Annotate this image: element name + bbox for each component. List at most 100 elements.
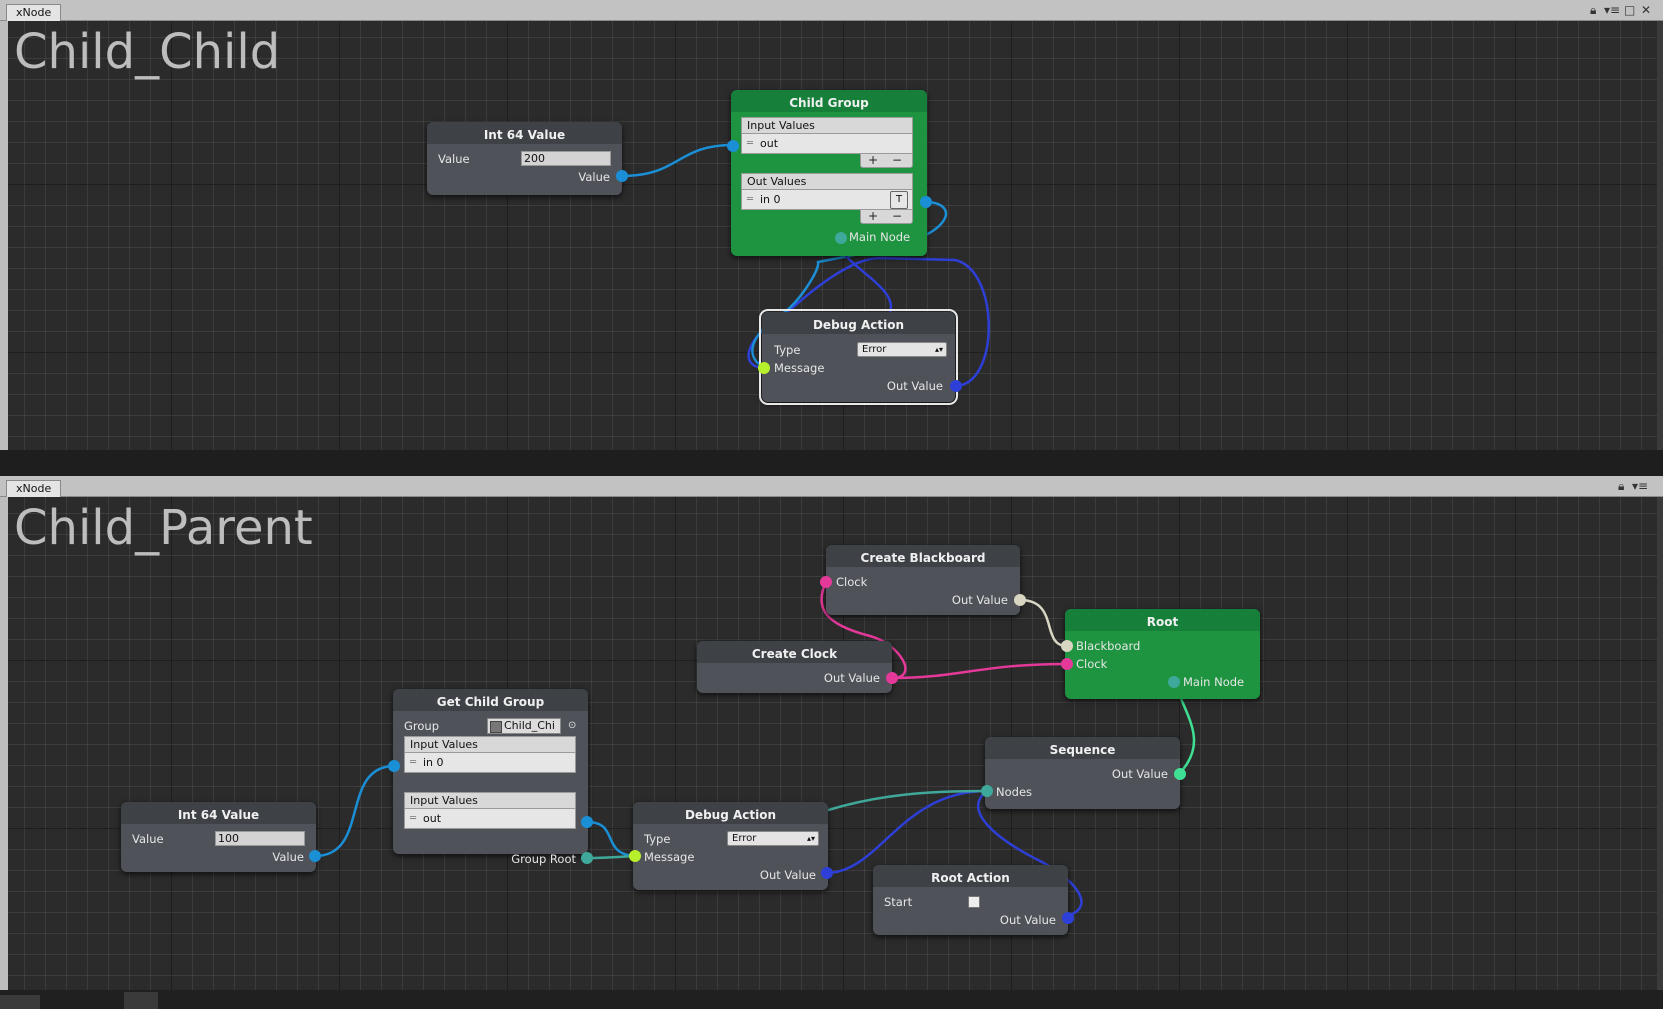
int64-value-node[interactable]: Int 64 Value Value 100 Value [121, 802, 316, 872]
close-icon[interactable]: ✕ [1641, 2, 1651, 18]
left-inspector-strip [0, 21, 8, 450]
type-toggle-button[interactable]: T [890, 191, 908, 209]
input-values-item-1[interactable]: ═ in 0 [404, 752, 576, 773]
blackboard-out-port[interactable] [1014, 594, 1026, 606]
root-clock-port[interactable] [1061, 658, 1073, 670]
input-item-label: out [423, 812, 442, 825]
out-values-item[interactable]: ═ in 0 [741, 189, 913, 210]
get-child-group-node[interactable]: Get Child Group Group Child_Chi ⊙ Input … [393, 689, 588, 866]
bottom-graph-title: Child_Parent [14, 500, 313, 556]
drag-handle-icon[interactable]: ═ [747, 134, 753, 153]
debug-action-node[interactable]: Debug Action Type Error ▴▾ Message Out V… [633, 802, 828, 890]
blackboard-label: Blackboard [1076, 639, 1141, 653]
sequence-node[interactable]: Sequence Out Value Nodes [985, 737, 1180, 809]
status-block [124, 992, 158, 1009]
value-label: Value [438, 152, 470, 166]
group-label: Group [404, 719, 440, 733]
root-action-out-port[interactable] [1062, 912, 1074, 924]
add-output-button[interactable]: + [861, 210, 885, 222]
node-title: Int 64 Value [121, 802, 316, 824]
clock-label: Clock [836, 575, 868, 589]
group-root-label: Group Root [511, 852, 576, 866]
drag-handle-icon[interactable]: ═ [747, 190, 753, 209]
top-xnode-tab[interactable]: xNode [6, 4, 62, 21]
message-input-port[interactable] [629, 850, 641, 862]
group-value: Child_Chi [504, 719, 555, 732]
input-values-item-2[interactable]: ═ out [404, 808, 576, 829]
root-node[interactable]: Root Blackboard Clock Main Node [1065, 609, 1260, 699]
node-title: Create Clock [697, 641, 892, 663]
input-values-header-1: Input Values [404, 736, 576, 753]
sequence-nodes-port[interactable] [981, 785, 993, 797]
value-output-label: Value [578, 170, 610, 184]
input-values-item[interactable]: ═ out [741, 133, 913, 154]
out-values-header: Out Values [741, 173, 913, 190]
input-values-header: Input Values [741, 117, 913, 134]
debug-out-value-port[interactable] [950, 380, 962, 392]
type-dropdown[interactable]: Error ▴▾ [857, 342, 947, 357]
root-action-node[interactable]: Root Action Start Out Value [873, 865, 1068, 935]
type-dropdown[interactable]: Error ▴▾ [727, 831, 819, 846]
sequence-out-port[interactable] [1174, 768, 1186, 780]
remove-output-button[interactable]: − [885, 210, 909, 222]
out-value-label: Out Value [823, 671, 880, 685]
bottom-right-strip [1657, 497, 1663, 990]
get-child-input-port[interactable] [388, 760, 400, 772]
node-title: Int 64 Value [427, 122, 622, 144]
main-node-label: Main Node [849, 230, 911, 244]
out-value-label: Out Value [1111, 767, 1168, 781]
add-input-button[interactable]: + [861, 154, 885, 166]
int64-value-node[interactable]: Int 64 Value Value 200 Value [427, 122, 622, 195]
clock-out-port[interactable] [886, 672, 898, 684]
group-root-port[interactable] [581, 852, 593, 864]
value-field[interactable]: 100 [215, 831, 305, 846]
node-title: Create Blackboard [826, 545, 1020, 567]
get-child-out-port[interactable] [581, 816, 593, 828]
drag-handle-icon[interactable]: ═ [410, 753, 416, 772]
input-item-label: in 0 [423, 756, 444, 769]
input-values-port[interactable] [727, 140, 739, 152]
int64-value-output-port[interactable] [309, 850, 321, 862]
node-title: Get Child Group [393, 689, 588, 711]
drag-handle-icon[interactable]: ═ [410, 809, 416, 828]
message-input-port[interactable] [758, 362, 770, 374]
remove-input-button[interactable]: − [885, 154, 909, 166]
type-label: Type [774, 343, 801, 357]
int64-value-output-port[interactable] [616, 170, 628, 182]
top-tab-bar: xNode 🔒︎ ▾≡ □ ✕ [0, 0, 1663, 21]
out-value-label: Out Value [951, 593, 1008, 607]
root-blackboard-port[interactable] [1061, 640, 1073, 652]
type-label: Type [644, 832, 671, 846]
menu-icon[interactable]: ▾≡ [1632, 478, 1648, 494]
out-value-label: Out Value [999, 913, 1056, 927]
object-picker-icon[interactable]: ⊙ [568, 719, 576, 733]
debug-out-value-port[interactable] [821, 867, 833, 879]
child-group-node[interactable]: Child Group Input Values ═ out + − Out Va… [731, 90, 927, 256]
main-node-port[interactable] [835, 232, 847, 244]
message-label: Message [774, 361, 825, 375]
create-clock-node[interactable]: Create Clock Out Value [697, 641, 892, 693]
message-label: Message [644, 850, 695, 864]
create-blackboard-node[interactable]: Create Blackboard Clock Out Value [826, 545, 1020, 615]
dropdown-arrow-icon: ▴▾ [806, 834, 815, 843]
root-main-node-port[interactable] [1168, 676, 1180, 688]
type-value: Error [862, 344, 887, 355]
node-title: Root Action [873, 865, 1068, 887]
group-object-field[interactable]: Child_Chi [487, 718, 561, 734]
blackboard-clock-port[interactable] [820, 576, 832, 588]
value-field[interactable]: 200 [521, 151, 611, 166]
out-value-label: Out Value [886, 379, 943, 393]
bottom-xnode-tab[interactable]: xNode [6, 480, 62, 497]
lock-icon[interactable]: 🔒︎ [1618, 478, 1624, 494]
input-values-header-2: Input Values [404, 792, 576, 809]
node-title: Sequence [985, 737, 1180, 759]
debug-action-node[interactable]: Debug Action Type Error ▴▾ Message Out V… [759, 309, 958, 405]
maximize-icon[interactable]: □ [1624, 2, 1635, 18]
menu-icon[interactable]: ▾≡ [1604, 2, 1620, 18]
start-checkbox[interactable] [968, 896, 980, 908]
out-value-label: Out Value [759, 868, 816, 882]
out-values-port[interactable] [920, 196, 932, 208]
out-values-plus-minus: + − [860, 210, 913, 224]
lock-icon[interactable]: 🔒︎ [1590, 2, 1596, 18]
node-title: Debug Action [762, 312, 955, 334]
